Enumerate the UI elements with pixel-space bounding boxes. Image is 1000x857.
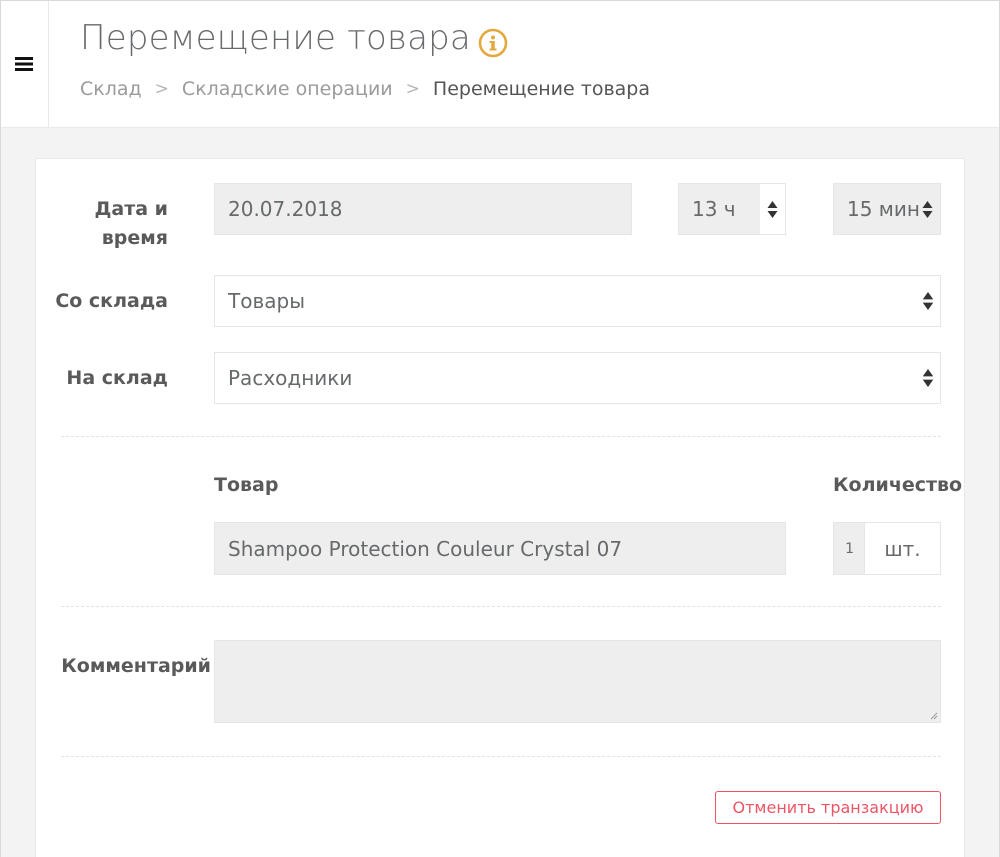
breadcrumb-item-warehouse-operations[interactable]: Складские операции bbox=[182, 78, 393, 100]
from-warehouse-value: Товары bbox=[228, 289, 305, 313]
section-divider bbox=[61, 756, 941, 757]
datetime-label-line1: Дата и bbox=[94, 198, 168, 220]
breadcrumb-item-current: Перемещение товара bbox=[432, 78, 650, 100]
quantity-input-group: 1 шт. bbox=[833, 522, 941, 575]
breadcrumb-item-warehouse[interactable]: Склад bbox=[80, 78, 142, 100]
hour-select[interactable]: 13 ч bbox=[678, 183, 786, 235]
date-value: 20.07.2018 bbox=[228, 197, 343, 221]
hamburger-menu-icon bbox=[15, 57, 33, 71]
datetime-label-line2: время bbox=[101, 227, 168, 249]
transfer-form-card: Дата и время 20.07.2018 13 ч 15 мин Со с… bbox=[35, 158, 965, 857]
breadcrumb-separator: > bbox=[154, 79, 169, 99]
hour-select-arrows[interactable] bbox=[760, 184, 785, 234]
sort-arrows-icon bbox=[767, 200, 778, 218]
from-warehouse-select[interactable]: Товары bbox=[214, 275, 941, 327]
minute-select[interactable]: 15 мин bbox=[833, 183, 941, 235]
section-divider bbox=[61, 606, 941, 607]
page-header: Перемещение товара Склад > Складские опе… bbox=[0, 0, 1000, 128]
breadcrumb: Склад > Складские операции > Перемещение… bbox=[80, 78, 650, 100]
quantity-unit-addon: шт. bbox=[865, 523, 940, 574]
quantity-value: 1 bbox=[845, 540, 854, 557]
hour-value: 13 ч bbox=[692, 197, 736, 221]
cancel-transaction-button[interactable]: Отменить транзакцию bbox=[715, 791, 941, 824]
section-divider bbox=[61, 436, 941, 437]
minute-value: 15 мин bbox=[847, 197, 920, 221]
date-input[interactable]: 20.07.2018 bbox=[214, 183, 632, 235]
sort-arrows-icon bbox=[922, 200, 932, 218]
page-title: Перемещение товара bbox=[80, 18, 471, 58]
select-arrows-icon bbox=[922, 369, 934, 387]
select-arrows-icon bbox=[922, 292, 934, 310]
menu-toggle-button[interactable] bbox=[0, 0, 49, 128]
to-warehouse-select[interactable]: Расходники bbox=[214, 352, 941, 404]
product-column-header: Товар bbox=[214, 474, 279, 496]
resize-grip-icon[interactable] bbox=[930, 712, 938, 720]
to-warehouse-label: На склад bbox=[66, 367, 168, 389]
product-value: Shampoo Protection Couleur Crystal 07 bbox=[228, 536, 623, 561]
comment-label: Комментарий bbox=[61, 655, 211, 677]
minute-select-arrows[interactable] bbox=[916, 184, 938, 234]
to-warehouse-value: Расходники bbox=[228, 366, 353, 390]
breadcrumb-separator: > bbox=[405, 79, 420, 99]
datetime-label: Дата и время bbox=[56, 195, 168, 253]
comment-textarea[interactable] bbox=[214, 640, 941, 723]
info-circle-icon[interactable] bbox=[478, 28, 508, 58]
product-input[interactable]: Shampoo Protection Couleur Crystal 07 bbox=[214, 522, 786, 575]
quantity-input[interactable]: 1 bbox=[834, 523, 865, 574]
from-warehouse-label: Со склада bbox=[55, 290, 168, 312]
quantity-column-header: Количество bbox=[833, 474, 963, 496]
